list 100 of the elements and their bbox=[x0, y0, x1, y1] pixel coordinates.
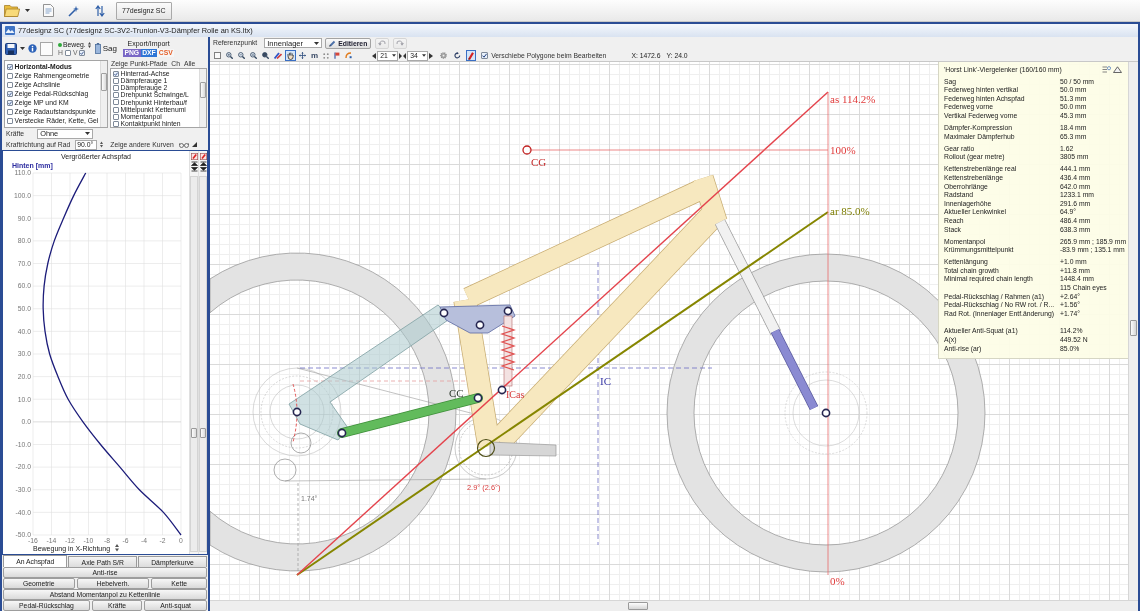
checkbox[interactable] bbox=[79, 50, 86, 56]
anti-squat-label: as 114.2% bbox=[830, 93, 876, 105]
arrow-down-icon[interactable] bbox=[190, 167, 198, 172]
step-forward-icon[interactable] bbox=[429, 52, 434, 59]
info-icon[interactable] bbox=[28, 44, 37, 53]
crank-arm bbox=[489, 441, 557, 457]
tool-button[interactable] bbox=[236, 50, 247, 61]
anti-rise-label: ar 85.0% bbox=[830, 205, 870, 217]
cg-marker bbox=[522, 145, 532, 155]
checkbox[interactable] bbox=[7, 72, 13, 79]
checkbox[interactable] bbox=[64, 50, 71, 56]
glasses-icon[interactable] bbox=[178, 141, 189, 148]
dot-icon bbox=[58, 42, 62, 47]
checkmark-icon bbox=[80, 51, 85, 55]
checkbox[interactable] bbox=[7, 90, 13, 97]
arrow-down-icon[interactable] bbox=[199, 167, 207, 172]
zoom-in-icon bbox=[226, 52, 233, 59]
tool-button[interactable] bbox=[212, 50, 223, 61]
tool-button[interactable] bbox=[248, 50, 259, 61]
step-back-icon[interactable] bbox=[372, 52, 377, 59]
sort-icon[interactable] bbox=[95, 4, 105, 17]
cc-label: CC bbox=[449, 387, 464, 399]
caret-icon bbox=[392, 54, 397, 57]
tool-button[interactable] bbox=[224, 50, 235, 61]
marker-icon bbox=[468, 51, 475, 60]
brush-icon bbox=[274, 52, 282, 59]
scrollbar[interactable] bbox=[1128, 62, 1138, 600]
scrollbar[interactable] bbox=[190, 176, 198, 552]
tool-button[interactable]: m bbox=[309, 50, 321, 61]
checkbox[interactable] bbox=[113, 77, 119, 84]
document-icon[interactable] bbox=[43, 4, 54, 17]
spinner-icon[interactable] bbox=[100, 141, 104, 148]
tool-button[interactable] bbox=[466, 50, 477, 61]
caret-icon bbox=[85, 132, 91, 135]
pivot-marker bbox=[497, 385, 507, 395]
caret-icon bbox=[314, 41, 320, 45]
icas-label: ICas bbox=[506, 389, 525, 400]
collapse-icon[interactable] bbox=[1113, 66, 1122, 73]
square-icon bbox=[214, 52, 221, 59]
battery-icon bbox=[94, 43, 101, 54]
checkbox[interactable] bbox=[113, 106, 119, 113]
pivot-marker bbox=[503, 306, 513, 316]
move-icon bbox=[299, 52, 306, 59]
percent-label: 0% bbox=[830, 575, 845, 587]
hand-icon bbox=[287, 51, 294, 60]
arrow-up-icon[interactable] bbox=[190, 161, 198, 166]
checkbox[interactable] bbox=[113, 99, 119, 106]
sag-button[interactable]: Sag bbox=[93, 41, 118, 56]
pulley-wheel bbox=[273, 458, 297, 482]
cg-label: CG bbox=[531, 156, 547, 168]
tool-button[interactable] bbox=[272, 50, 284, 61]
checkbox[interactable] bbox=[113, 120, 119, 127]
dots-icon bbox=[323, 52, 330, 59]
marker-icon[interactable] bbox=[190, 153, 198, 160]
pencil-icon bbox=[329, 39, 337, 47]
magnifier-icon bbox=[262, 52, 269, 59]
spinner-icon[interactable] bbox=[115, 544, 119, 552]
scrollbar[interactable] bbox=[199, 69, 206, 127]
step-between-icon[interactable] bbox=[399, 52, 407, 59]
pivot-marker bbox=[821, 408, 831, 418]
checkbox[interactable] bbox=[7, 108, 13, 115]
checkmark-icon bbox=[8, 64, 12, 69]
tool-button[interactable] bbox=[297, 50, 308, 61]
scrollbar[interactable] bbox=[210, 600, 1138, 611]
checkbox[interactable] bbox=[7, 63, 13, 70]
rotate-icon bbox=[454, 52, 462, 59]
checkbox[interactable] bbox=[113, 113, 119, 120]
scrollbar[interactable] bbox=[199, 176, 207, 552]
save-icon[interactable] bbox=[5, 42, 17, 55]
checkbox[interactable] bbox=[113, 70, 119, 77]
tool-button[interactable] bbox=[285, 50, 296, 61]
tool-button[interactable] bbox=[260, 50, 271, 61]
app-icon bbox=[5, 26, 15, 35]
caret-icon bbox=[422, 54, 427, 57]
caret-icon[interactable] bbox=[25, 9, 30, 12]
ic-label: IC bbox=[600, 375, 611, 387]
bottom-bracket-marker bbox=[476, 438, 496, 458]
caret-icon bbox=[20, 47, 25, 50]
list-icon[interactable] bbox=[1102, 66, 1111, 74]
resize-grip-icon[interactable] bbox=[191, 142, 197, 147]
checkbox[interactable] bbox=[7, 117, 13, 124]
folder-icon[interactable] bbox=[4, 4, 20, 17]
percent-label: 100% bbox=[830, 144, 856, 156]
checkbox[interactable] bbox=[7, 99, 13, 106]
spinner-icon[interactable] bbox=[87, 41, 91, 48]
pivot-marker bbox=[473, 393, 483, 403]
checkbox[interactable] bbox=[7, 81, 13, 88]
zoom-fit-icon bbox=[250, 52, 257, 59]
checkbox[interactable] bbox=[113, 84, 119, 91]
zoom-out-icon bbox=[238, 52, 245, 59]
checkbox[interactable] bbox=[481, 52, 489, 59]
scrollbar[interactable] bbox=[100, 61, 107, 127]
checkmark-icon bbox=[114, 71, 118, 76]
flag-icon bbox=[334, 52, 341, 59]
arrow-up-icon[interactable] bbox=[199, 161, 207, 166]
rotation-arc bbox=[292, 383, 298, 443]
checkbox[interactable] bbox=[113, 92, 119, 99]
wand-icon[interactable] bbox=[68, 4, 80, 17]
marker-icon[interactable] bbox=[199, 153, 207, 160]
checkmark-icon bbox=[482, 53, 488, 58]
